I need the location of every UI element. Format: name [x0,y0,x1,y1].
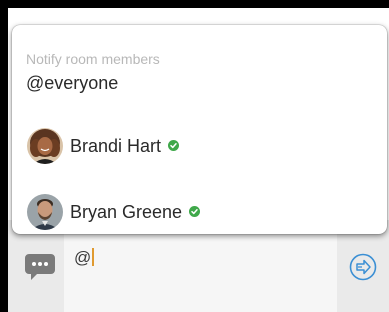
message-input-value: @ [74,248,95,268]
user-avatar [27,128,63,164]
mention-suggestions-popup: Notify room members @everyone Brandi Har… [12,25,387,234]
mention-member-option[interactable]: Brandi Hart [12,120,387,172]
online-status-icon [168,140,180,151]
chat-bubble-icon[interactable] [25,254,55,280]
mention-member-option[interactable]: Bryan Greene [12,186,387,234]
member-name: Brandi Hart [70,136,180,157]
chat-screen: @ Notify room members @everyone Brandi H… [8,8,389,312]
notify-room-members-header: Notify room members [26,51,160,67]
send-arrow-icon[interactable] [349,253,377,281]
mention-everyone-option[interactable]: @everyone [26,73,118,94]
member-name: Bryan Greene [70,202,201,223]
text-caret [92,248,95,266]
user-avatar [27,194,63,230]
online-status-icon [189,206,201,217]
